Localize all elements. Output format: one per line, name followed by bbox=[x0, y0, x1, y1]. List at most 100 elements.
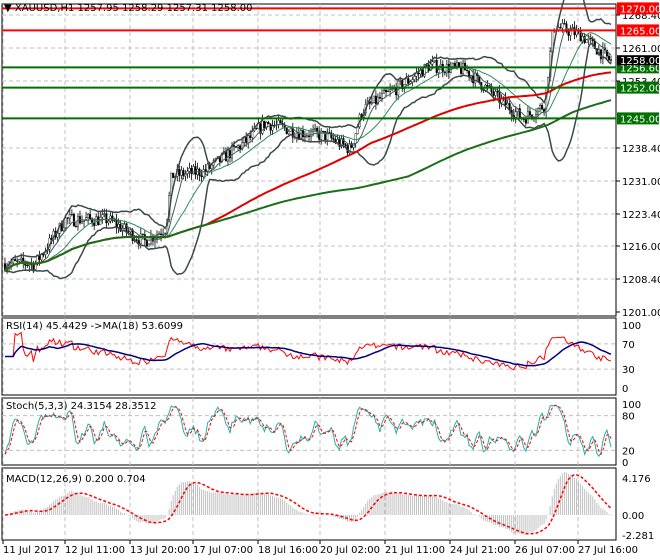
candle-body bbox=[107, 220, 110, 224]
candle-body bbox=[20, 257, 23, 260]
candle-body bbox=[145, 239, 148, 247]
candle-body bbox=[180, 170, 183, 176]
candle-body bbox=[101, 214, 104, 218]
candle-body bbox=[210, 164, 213, 169]
candle-body bbox=[526, 111, 529, 124]
time-label: 13 Jul 20:00 bbox=[130, 545, 190, 556]
macd-tick-label: -2.281 bbox=[622, 531, 654, 542]
candle-body bbox=[299, 130, 302, 139]
candle-body bbox=[494, 91, 497, 96]
candle-body bbox=[354, 133, 357, 144]
candle-body bbox=[204, 169, 207, 172]
candle-body bbox=[147, 243, 150, 247]
candle-body bbox=[115, 220, 118, 228]
panel-frame-main bbox=[1, 3, 617, 317]
candle-body bbox=[188, 167, 191, 172]
candle-body bbox=[344, 143, 347, 146]
candle-body bbox=[541, 105, 544, 110]
candle-body bbox=[239, 145, 242, 150]
rsi-tick-label: 0 bbox=[622, 384, 628, 395]
candle-body bbox=[64, 217, 67, 229]
time-label: 11 Jul 2017 bbox=[3, 545, 60, 556]
candle-body bbox=[261, 120, 264, 134]
ohlc-values: 1257.95 1258.29 1257.31 1258.00 bbox=[77, 3, 253, 14]
price-tick-label: 1238.40 bbox=[622, 144, 660, 155]
candle-body bbox=[267, 122, 270, 125]
time-label: 18 Jul 16:00 bbox=[258, 545, 318, 556]
candle-body bbox=[462, 62, 465, 74]
candle-body bbox=[233, 145, 236, 147]
candle-body bbox=[506, 103, 509, 106]
candle-body bbox=[172, 172, 175, 179]
candle-body bbox=[249, 135, 252, 138]
time-label: 17 Jul 07:00 bbox=[193, 545, 253, 556]
collapse-triangle-icon[interactable]: ▼ bbox=[4, 3, 12, 14]
candle-body bbox=[285, 127, 288, 135]
candle-body bbox=[81, 221, 84, 224]
candle-body bbox=[28, 264, 31, 267]
candle-body bbox=[310, 131, 313, 137]
candle-body bbox=[93, 223, 96, 226]
candle-body bbox=[607, 55, 610, 60]
stoch-tick-label: 0 bbox=[622, 458, 628, 469]
candle-body bbox=[16, 260, 19, 262]
candle-body bbox=[162, 234, 165, 236]
candle-body bbox=[610, 59, 613, 61]
current-price-label: 1258.00 bbox=[620, 56, 660, 67]
candle-body bbox=[322, 130, 325, 132]
candle-body bbox=[431, 61, 434, 65]
candle-body bbox=[387, 90, 390, 93]
macd-tick-label: 4.176 bbox=[622, 474, 651, 485]
candle-body bbox=[451, 63, 454, 67]
candle-body bbox=[413, 76, 416, 80]
candle-body bbox=[405, 78, 408, 85]
candle-body bbox=[89, 214, 92, 219]
candle-body bbox=[370, 102, 373, 104]
candle-body bbox=[496, 91, 499, 93]
candle-body bbox=[287, 131, 290, 135]
candle-body bbox=[42, 254, 45, 256]
candle-body bbox=[68, 214, 71, 219]
macd-tick-label: 0.00 bbox=[622, 511, 644, 522]
candle-body bbox=[255, 128, 258, 130]
candle-body bbox=[391, 88, 394, 90]
candle-body bbox=[18, 259, 21, 262]
candle-body bbox=[235, 146, 238, 148]
rsi-tick-label: 100 bbox=[622, 321, 641, 332]
candle-body bbox=[380, 93, 383, 99]
candle-body bbox=[62, 227, 65, 231]
candle-body bbox=[559, 27, 562, 29]
candle-body bbox=[385, 90, 388, 93]
candle-body bbox=[372, 95, 375, 103]
symbol-label: XAUUSD,H1 bbox=[14, 3, 75, 14]
candle-body bbox=[160, 233, 163, 235]
candle-body bbox=[206, 164, 209, 172]
price-tick-label: 1223.40 bbox=[622, 210, 660, 221]
time-label: 20 Jul 02:00 bbox=[320, 545, 380, 556]
candle-body bbox=[158, 233, 161, 235]
stoch-tick-label: 80 bbox=[622, 412, 635, 423]
candle-body bbox=[589, 38, 592, 40]
price-tick-label: 1231.00 bbox=[622, 177, 660, 188]
candle-body bbox=[194, 166, 197, 175]
candle-body bbox=[74, 225, 77, 227]
candle-body bbox=[539, 105, 542, 109]
candle-body bbox=[514, 111, 517, 118]
candle-body bbox=[524, 119, 527, 124]
candle-body bbox=[117, 223, 120, 228]
price-tick-label: 1208.40 bbox=[622, 275, 660, 286]
time-label: 27 Jul 16:00 bbox=[578, 545, 638, 556]
time-label: 21 Jul 11:00 bbox=[385, 545, 445, 556]
candle-body bbox=[470, 75, 473, 78]
candle-body bbox=[455, 62, 458, 67]
candle-body bbox=[245, 137, 248, 143]
candle-body bbox=[14, 259, 17, 262]
candle-body bbox=[411, 79, 414, 82]
candle-body bbox=[247, 135, 250, 143]
candle-body bbox=[85, 217, 88, 220]
candle-body bbox=[72, 214, 75, 227]
candle-body bbox=[437, 69, 440, 73]
candle-body bbox=[277, 120, 280, 125]
candle-body bbox=[226, 150, 229, 162]
stoch-tick-label: 100 bbox=[622, 400, 641, 411]
